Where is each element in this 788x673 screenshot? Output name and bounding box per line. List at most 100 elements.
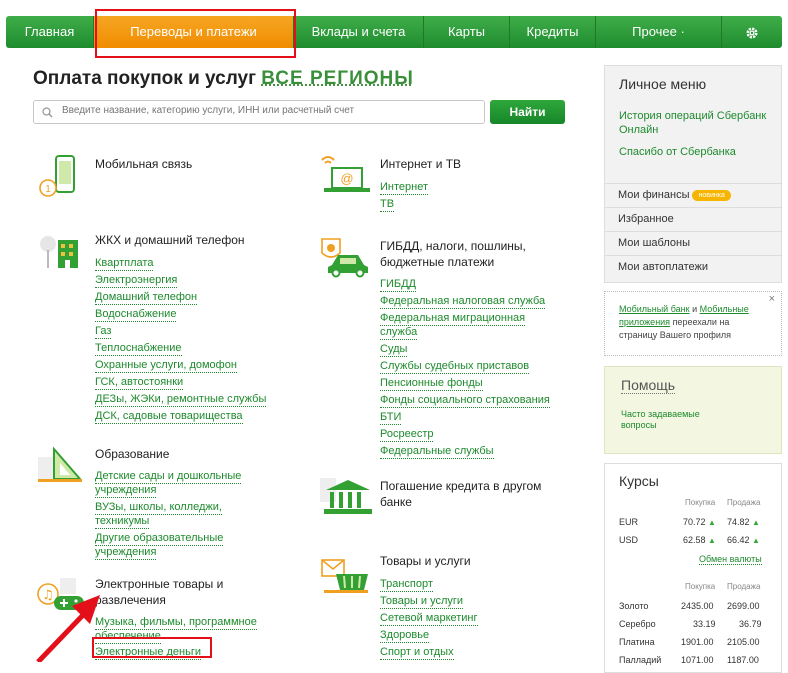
metal-sell: 2105.00 [727, 637, 760, 647]
link-internet[interactable]: Интернет [380, 181, 428, 195]
link-migration-service-2[interactable]: служба [380, 326, 418, 340]
history-link[interactable]: История операций Сбербанк [619, 109, 766, 124]
link-electricity[interactable]: Электроэнергия [95, 274, 178, 288]
link-rent[interactable]: Квартплата [95, 257, 154, 271]
close-icon[interactable]: × [769, 293, 775, 306]
category-internet[interactable]: Интернет и ТВ [380, 156, 461, 172]
gear-icon [746, 27, 758, 39]
education-links: Детские сады и дошкольные учреждения ВУЗ… [95, 470, 242, 563]
ruler-triangle-icon [38, 446, 83, 482]
find-button[interactable]: Найти [490, 100, 565, 124]
link-housing-offices[interactable]: ДЕЗы, ЖЭКи, ремонтные службы [95, 393, 267, 407]
laptop-email-icon: @ [321, 156, 370, 192]
category-credit[interactable]: Погашение кредита в другом банке [380, 478, 541, 510]
notice-box: × Мобильный банк и Мобильные приложения … [604, 291, 782, 356]
mobile-bank-link[interactable]: Мобильный банк [619, 304, 690, 314]
link-bti[interactable]: БТИ [380, 411, 402, 425]
gibdd-links: ГИБДД Федеральная налоговая служба Федер… [380, 278, 550, 462]
regions-link[interactable]: ВСЕ РЕГИОНЫ [261, 68, 414, 89]
personal-menu: Личное меню История операций Сбербанк Он… [604, 65, 782, 283]
search-input[interactable] [60, 104, 484, 117]
link-tv[interactable]: ТВ [380, 198, 395, 212]
goods-links: Транспорт Товары и услуги Сетевой маркет… [380, 578, 478, 663]
car-icon [321, 238, 368, 278]
metal-buy: 2435.00 [681, 601, 714, 611]
svg-text:♫: ♫ [42, 588, 54, 603]
link-security[interactable]: Охранные услуги, домофон [95, 359, 237, 373]
category-education[interactable]: Образование [95, 446, 169, 462]
link-kindergartens-2[interactable]: учреждения [95, 484, 157, 498]
category-housing[interactable]: ЖКХ и домашний телефон [95, 232, 245, 248]
link-universities-2[interactable]: техникумы [95, 515, 150, 529]
link-home-phone[interactable]: Домашний телефон [95, 291, 198, 305]
link-health[interactable]: Здоровье [380, 629, 430, 643]
link-goods-services[interactable]: Товары и услуги [380, 595, 464, 609]
metal-buy: 1901.00 [681, 637, 714, 647]
link-other-education[interactable]: Другие образовательные [95, 532, 224, 546]
link-rosreestr[interactable]: Росреестр [380, 428, 434, 442]
link-sport[interactable]: Спорт и отдых [380, 646, 454, 660]
metal-name: Палладий [619, 655, 662, 665]
menu-templates[interactable]: Мои шаблоны [605, 231, 781, 254]
metal-sell: 2699.00 [727, 601, 760, 611]
nav-deposits-accounts[interactable]: Вклады и счета [294, 16, 424, 48]
link-network-marketing[interactable]: Сетевой маркетинг [380, 612, 478, 626]
currency-name: USD [619, 535, 639, 545]
housing-links: Квартплата Электроэнергия Домашний телеф… [95, 257, 267, 427]
nav-credits[interactable]: Кредиты [510, 16, 596, 48]
metal-name: Серебро [619, 619, 656, 629]
currency-sell: 74.82 ▲ [727, 517, 760, 527]
svg-text:@: @ [340, 171, 353, 186]
link-gibdd[interactable]: ГИБДД [380, 278, 416, 292]
new-badge: новинка [692, 189, 731, 201]
mobile-apps-link-2[interactable]: приложения [619, 317, 670, 327]
metal-sell: 36.79 [739, 619, 762, 629]
menu-favorites[interactable]: Избранное [605, 207, 781, 230]
metal-name: Золото [619, 601, 649, 611]
sell-header: Продажа [727, 582, 761, 591]
link-gas[interactable]: Газ [95, 325, 112, 339]
link-migration-service[interactable]: Федеральная миграционная [380, 312, 526, 326]
link-garden[interactable]: ДСК, садовые товарищества [95, 410, 243, 424]
help-title[interactable]: Помощь [621, 377, 676, 394]
mobile-apps-link[interactable]: Мобильные [700, 304, 749, 314]
category-entertainment[interactable]: Электронные товары и развлечения [95, 576, 223, 608]
menu-my-finances[interactable]: Мои финансы новинка [605, 183, 781, 206]
sell-header: Продажа [727, 498, 761, 507]
link-pension-funds[interactable]: Пенсионные фонды [380, 377, 483, 391]
category-gibdd[interactable]: ГИБДД, налоги, пошлины, бюджетные платежи [380, 238, 526, 270]
link-garages[interactable]: ГСК, автостоянки [95, 376, 184, 390]
exchange-link[interactable]: Обмен валюты [699, 554, 762, 565]
history-link-2[interactable]: Онлайн [619, 123, 658, 138]
menu-autopayments[interactable]: Мои автоплатежи [605, 255, 781, 278]
link-heating[interactable]: Теплоснабжение [95, 342, 182, 356]
spasibo-link[interactable]: Спасибо от Сбербанка [619, 145, 736, 160]
link-federal-services[interactable]: Федеральные службы [380, 445, 494, 459]
nav-main[interactable]: Главная [6, 16, 94, 48]
link-other-education-2[interactable]: учреждения [95, 546, 157, 560]
currency-name: EUR [619, 517, 639, 527]
personal-menu-title: Личное меню [619, 76, 707, 92]
link-water[interactable]: Водоснабжение [95, 308, 177, 322]
category-mobile[interactable]: Мобильная связь [95, 156, 192, 172]
nav-other[interactable]: Прочее · [596, 16, 722, 48]
link-bailiffs[interactable]: Службы судебных приставов [380, 360, 530, 374]
link-social-funds[interactable]: Фонды социального страхования [380, 394, 550, 408]
category-goods[interactable]: Товары и услуги [380, 553, 471, 569]
search-box [33, 100, 485, 124]
link-tax-service[interactable]: Федеральная налоговая служба [380, 295, 546, 309]
settings-button[interactable] [722, 16, 782, 48]
link-universities[interactable]: ВУЗы, школы, колледжи, [95, 501, 222, 515]
link-courts[interactable]: Суды [380, 343, 408, 357]
help-box: Помощь Часто задаваемые вопросы [604, 366, 782, 454]
faq-link[interactable]: Часто задаваемые вопросы [621, 409, 700, 431]
metal-sell: 1187.00 [727, 655, 759, 665]
rates-title: Курсы [619, 473, 659, 489]
link-kindergartens[interactable]: Детские сады и дошкольные [95, 470, 242, 484]
bank-building-icon [320, 478, 372, 514]
mobile-phone-icon: 1 [39, 155, 75, 197]
link-transport[interactable]: Транспорт [380, 578, 433, 592]
rates-box: Курсы Покупка Продажа EUR 70.72 ▲ 74.82 … [604, 463, 782, 673]
link-music-films-software[interactable]: Музыка, фильмы, программное [95, 616, 257, 630]
nav-cards[interactable]: Карты [424, 16, 510, 48]
